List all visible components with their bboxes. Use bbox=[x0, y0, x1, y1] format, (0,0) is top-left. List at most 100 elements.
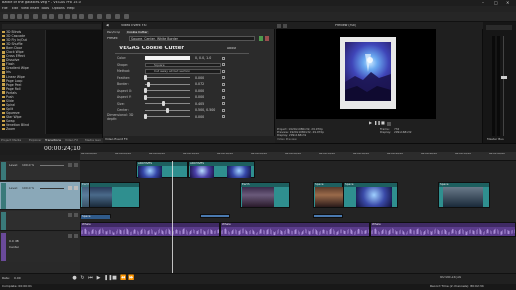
auto-ripple-icon[interactable] bbox=[88, 14, 93, 19]
new-icon[interactable] bbox=[3, 14, 8, 19]
video-clip[interactable]: Space bbox=[438, 182, 490, 208]
about-button[interactable]: About bbox=[227, 47, 236, 50]
redo-icon[interactable] bbox=[49, 14, 54, 19]
timeline-ruler[interactable]: 00:00:00;00 00:00:04;29 00:00:09;29 00:0… bbox=[80, 152, 516, 161]
mute-icon[interactable] bbox=[68, 234, 72, 238]
save-preset-icon[interactable] bbox=[259, 36, 263, 41]
keyframe-icon[interactable] bbox=[222, 115, 225, 119]
center-slider[interactable] bbox=[145, 107, 190, 113]
undo-icon[interactable] bbox=[42, 14, 47, 19]
preset-dropdown[interactable]: Square, Center, White Border bbox=[129, 36, 255, 41]
track-header-audio[interactable]: 0.0 dB Center bbox=[0, 232, 80, 262]
tab-media-generators[interactable]: Media Gen bbox=[85, 139, 101, 142]
track-volume[interactable]: 0.0 dB bbox=[9, 240, 19, 243]
track-header-2[interactable]: Level: 100.0 % bbox=[0, 182, 80, 210]
solo-icon[interactable] bbox=[74, 163, 78, 167]
solo-icon[interactable] bbox=[74, 234, 78, 238]
play-icon[interactable]: ▶ bbox=[369, 121, 372, 125]
menu-options[interactable]: Options bbox=[52, 7, 65, 10]
keyframe-icon[interactable] bbox=[222, 76, 225, 80]
keyframe-icon[interactable] bbox=[222, 108, 225, 112]
fx-icon[interactable] bbox=[283, 23, 287, 28]
play-from-start-icon[interactable]: ⏮ bbox=[88, 276, 93, 281]
loop-icon[interactable]: ↻ bbox=[80, 276, 85, 281]
keyframe-icon[interactable] bbox=[222, 82, 225, 86]
tab-video-event-fx[interactable]: Video Event FX bbox=[105, 138, 128, 141]
size-slider[interactable] bbox=[145, 101, 190, 107]
track-level-value[interactable]: 100.0 % bbox=[22, 164, 34, 167]
tab-transitions[interactable]: Transitions bbox=[45, 139, 61, 142]
fx-chain-item-cookie-cutter[interactable]: Cookie Cutter bbox=[126, 31, 149, 34]
mute-icon[interactable] bbox=[68, 186, 72, 190]
audio-clip[interactable]: Whale bbox=[370, 222, 516, 237]
timeline-tracks[interactable]: ARCHIVES ARCHIVES Earth Earth Space Spac… bbox=[80, 161, 516, 273]
go-to-end-icon[interactable]: ⏩ bbox=[128, 276, 134, 281]
slider-knob[interactable] bbox=[161, 101, 165, 107]
tab-project-media[interactable]: Project Media bbox=[1, 139, 21, 142]
rate-value[interactable]: 0.00 bbox=[14, 277, 21, 280]
track-pan[interactable]: Center bbox=[9, 246, 19, 249]
slider-knob[interactable] bbox=[143, 75, 147, 81]
shape-dropdown[interactable]: Square bbox=[145, 62, 221, 67]
keyframe-icon[interactable] bbox=[222, 63, 225, 67]
menu-help[interactable]: Help bbox=[67, 7, 75, 10]
slider-knob[interactable] bbox=[166, 107, 169, 113]
delete-preset-icon[interactable] bbox=[265, 36, 269, 41]
save-icon[interactable] bbox=[17, 14, 22, 19]
preview-settings-icon[interactable] bbox=[277, 23, 281, 28]
crossfade-icon[interactable] bbox=[124, 14, 129, 19]
track-level-value[interactable]: 100.0 % bbox=[22, 187, 34, 190]
preview-quality-dropdown[interactable]: Preview (Full) bbox=[335, 24, 356, 27]
keyframe-icon[interactable] bbox=[222, 69, 225, 73]
solo-icon[interactable] bbox=[74, 213, 78, 217]
menu-icon[interactable] bbox=[387, 121, 391, 126]
playhead-cursor[interactable] bbox=[172, 161, 173, 273]
tab-video-preview[interactable]: Video Preview bbox=[277, 138, 297, 141]
track-level-slider[interactable] bbox=[40, 165, 64, 166]
normal-edit-tool-icon[interactable] bbox=[58, 14, 63, 19]
keyframe-icon[interactable] bbox=[222, 102, 225, 106]
method-dropdown[interactable]: Cut away all but section bbox=[145, 69, 221, 74]
slider-knob[interactable] bbox=[143, 94, 147, 100]
keyframe-icon[interactable] bbox=[222, 95, 225, 99]
tab-video-fx[interactable]: Video FX bbox=[65, 139, 78, 142]
transition-preview-list[interactable] bbox=[45, 30, 102, 134]
audio-clip[interactable]: Whale bbox=[80, 222, 220, 237]
fx-envelope-clip[interactable]: Space bbox=[80, 214, 111, 219]
play-icon[interactable]: ▶ bbox=[96, 276, 101, 281]
slider-knob[interactable] bbox=[146, 81, 150, 87]
zoom-tool-icon[interactable] bbox=[79, 14, 84, 19]
slider-knob[interactable] bbox=[143, 114, 147, 120]
solo-icon[interactable] bbox=[74, 186, 78, 190]
video-clip[interactable]: Earth bbox=[240, 182, 290, 208]
track-level-slider[interactable] bbox=[40, 188, 64, 189]
record-icon[interactable]: ● bbox=[72, 276, 77, 281]
color-swatch[interactable] bbox=[145, 56, 190, 61]
selection-tool-icon[interactable] bbox=[72, 14, 77, 19]
menu-edit[interactable]: Edit bbox=[12, 7, 18, 10]
keyframe-icon[interactable] bbox=[222, 56, 225, 60]
video-clip[interactable]: Space bbox=[343, 182, 398, 208]
master-fader[interactable] bbox=[500, 76, 507, 79]
video-clip[interactable]: Space bbox=[313, 182, 343, 208]
lock-envelopes-icon[interactable] bbox=[106, 14, 111, 19]
aspect-y-slider[interactable] bbox=[143, 94, 190, 100]
close-button[interactable]: ✕ bbox=[506, 1, 509, 5]
menu-insert[interactable]: Insert bbox=[30, 7, 39, 10]
minimize-button[interactable]: – bbox=[482, 1, 484, 5]
aspect-x-slider[interactable] bbox=[143, 88, 190, 94]
envelope-tool-icon[interactable] bbox=[65, 14, 70, 19]
menu-tools[interactable]: Tools bbox=[41, 7, 49, 10]
keyframe-icon[interactable] bbox=[222, 89, 225, 93]
menu-file[interactable]: File bbox=[2, 7, 8, 10]
go-to-start-icon[interactable]: ⏪ bbox=[120, 276, 126, 281]
stop-icon[interactable]: ■ bbox=[381, 121, 385, 125]
properties-icon[interactable] bbox=[24, 14, 29, 19]
fx-envelope-clip[interactable] bbox=[313, 214, 343, 218]
master-bus-tab[interactable]: Master Bus bbox=[487, 138, 504, 141]
menu-view[interactable]: View bbox=[21, 7, 29, 10]
audio-clip[interactable]: Whale bbox=[220, 222, 370, 237]
maximize-button[interactable]: □ bbox=[494, 1, 498, 5]
tree-item[interactable]: Zoom bbox=[2, 127, 44, 131]
transitions-tree[interactable]: 3D Blinds 3D Cascade 3D Fly In/Out 3D Sh… bbox=[2, 30, 44, 134]
